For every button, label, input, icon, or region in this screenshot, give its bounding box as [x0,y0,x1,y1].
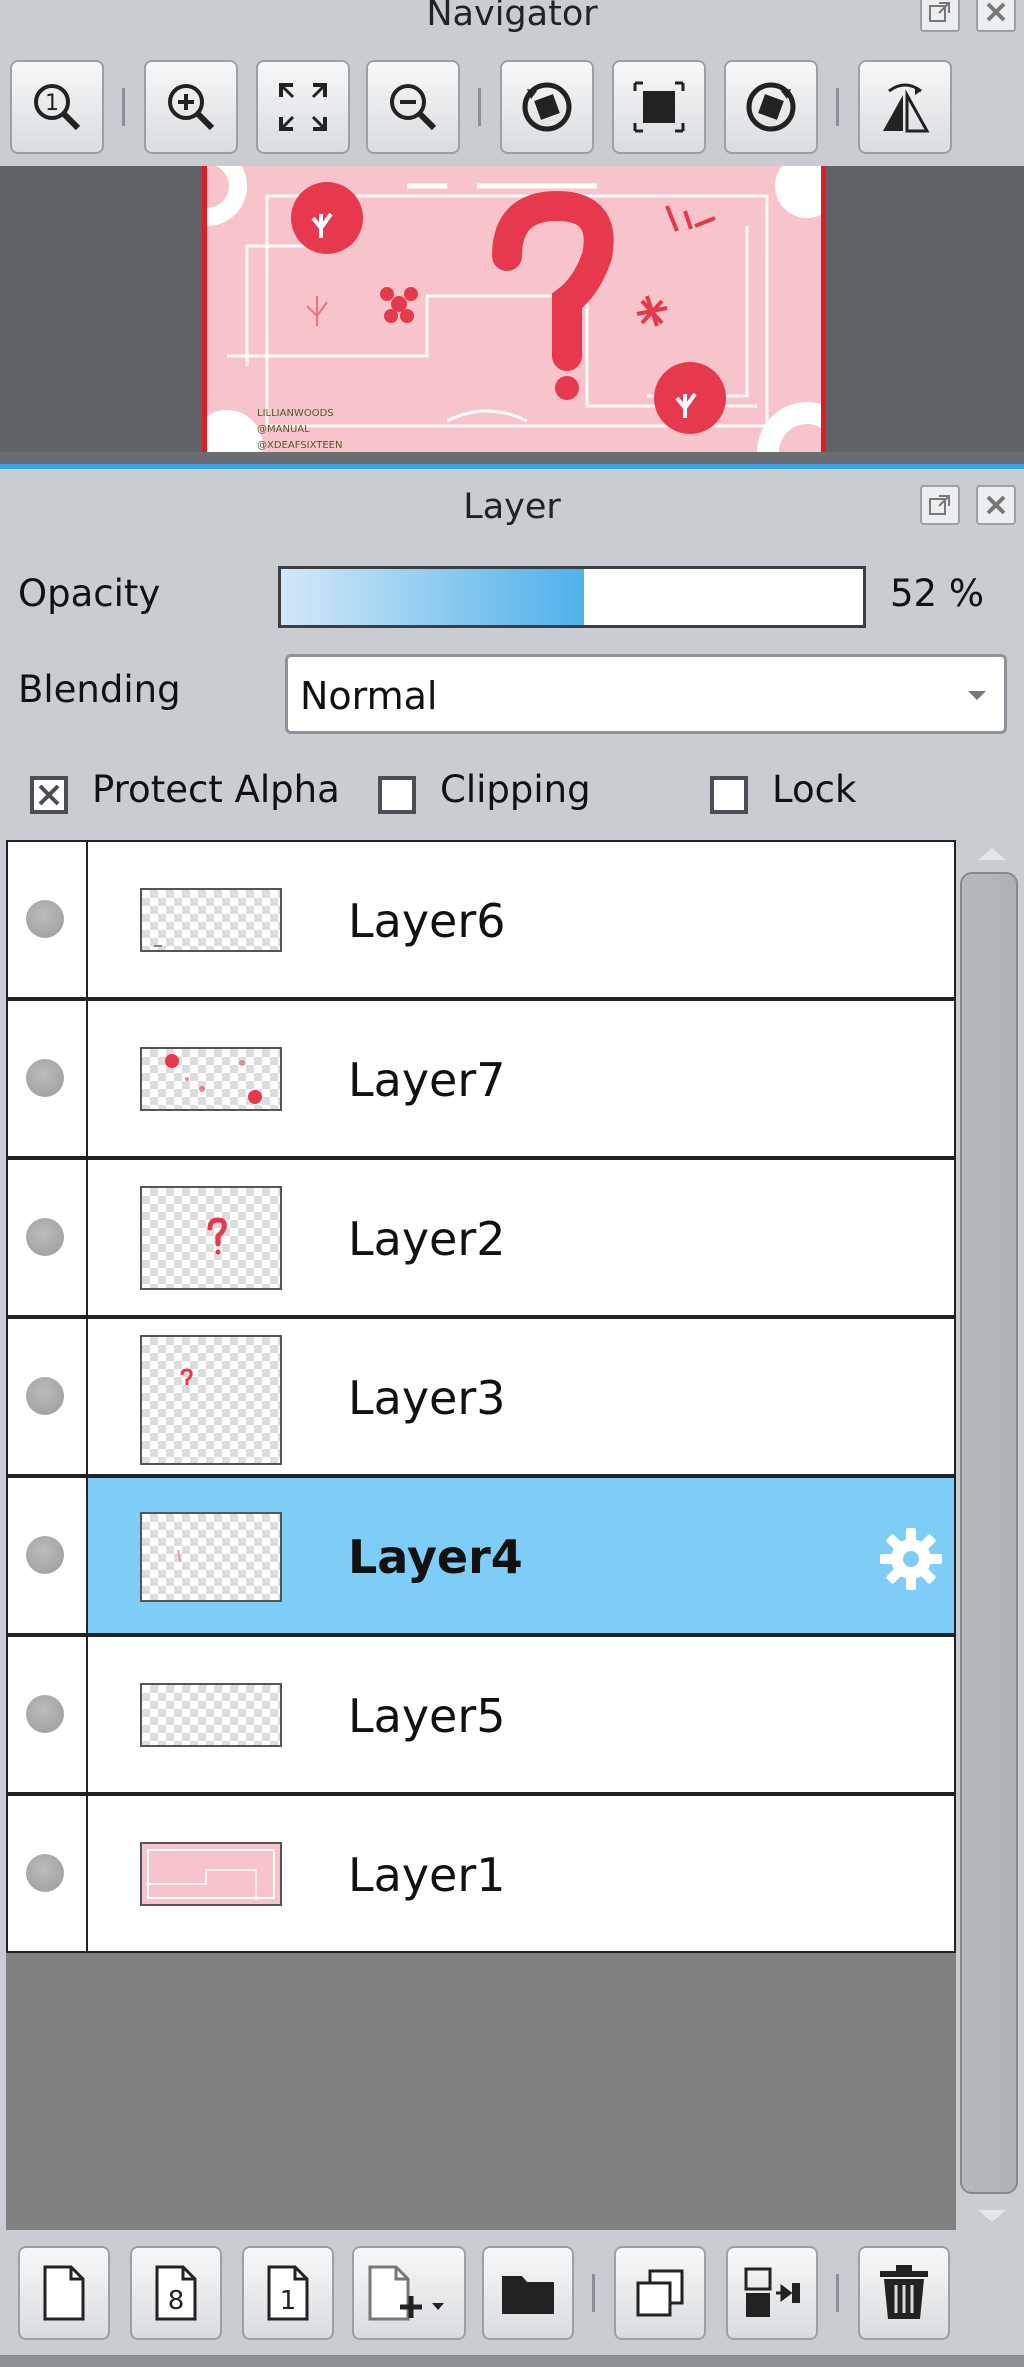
clipping-label[interactable]: Clipping [440,768,591,811]
duplicate-layer-icon[interactable] [614,2246,706,2340]
visibility-toggle-icon[interactable] [26,1536,64,1574]
visibility-cell[interactable] [8,842,88,997]
visibility-cell[interactable] [8,1001,88,1156]
lock-label[interactable]: Lock [772,768,856,811]
close-icon[interactable] [976,0,1016,32]
toolbar-separator [122,88,125,126]
layer-toolbar: 8 1 [0,2230,1024,2367]
new-8bit-layer-button[interactable]: 8 [130,2246,222,2340]
opacity-value: 52 % [890,572,984,615]
layer-name: Layer7 [348,1053,506,1107]
scrollbar-thumb[interactable] [960,872,1018,2194]
layer-row[interactable]: Layer2 [6,1158,956,1317]
close-icon[interactable] [976,485,1016,525]
visibility-toggle-icon[interactable] [26,900,64,938]
toolbar-separator [478,88,481,126]
toolbar-separator [592,2274,595,2312]
zoom-out-icon[interactable] [366,60,460,154]
layer-row[interactable]: Layer3 [6,1317,956,1476]
rotate-left-icon[interactable] [500,60,594,154]
layer-thumbnail [140,1512,282,1602]
layer-name: Layer3 [348,1371,506,1425]
gear-icon[interactable] [876,1524,946,1594]
toolbar-separator [836,88,839,126]
blending-select[interactable]: Normal [285,654,1007,734]
canvas-artwork: LILLIANWOODS @MANUAL @XDEAFSIXTEEN [207,166,821,452]
layer-row[interactable]: Layer1 [6,1794,956,1953]
new-8bit-layer-label: 8 [168,2286,185,2316]
layer-row[interactable]: Layer5 [6,1635,956,1794]
navigator-titlebar: Navigator [0,0,1024,36]
chevron-down-icon [968,691,986,700]
zoom-in-icon[interactable] [144,60,238,154]
protect-alpha-checkbox[interactable] [30,776,68,814]
scroll-down-icon[interactable] [978,2210,1006,2222]
layer-titlebar: Layer [0,469,1024,547]
visibility-cell[interactable] [8,1160,88,1315]
visibility-toggle-icon[interactable] [26,1059,64,1097]
fit-window-icon[interactable] [256,60,350,154]
canvas-preview[interactable]: LILLIANWOODS @MANUAL @XDEAFSIXTEEN [202,166,826,452]
opacity-slider-fill [281,569,584,625]
visibility-toggle-icon[interactable] [26,1377,64,1415]
merge-down-icon[interactable] [726,2246,818,2340]
visibility-toggle-icon[interactable] [26,1854,64,1892]
folder-icon[interactable] [482,2246,574,2340]
layer-thumbnail [140,1335,282,1465]
lock-checkbox[interactable] [710,776,748,814]
opacity-slider[interactable] [278,566,866,628]
clipping-checkbox[interactable] [378,776,416,814]
layer-row[interactable]: Layer6 [6,840,956,999]
layer-list-scrollbar[interactable] [958,840,1024,2230]
preview-text-3: @XDEAFSIXTEEN [257,440,342,451]
trash-icon[interactable] [858,2246,950,2340]
visibility-cell[interactable] [8,1796,88,1951]
layer-name: Layer1 [348,1848,506,1902]
rotate-right-icon[interactable] [724,60,818,154]
add-layer-dropdown-icon[interactable] [352,2246,466,2340]
preview-text-1: LILLIANWOODS [257,408,334,419]
layer-thumbnail [140,1186,282,1290]
blending-value: Normal [300,674,438,718]
layer-name: Layer6 [348,894,506,948]
layer-thumbnail [140,1047,282,1111]
navigator-bottom-strip [0,452,1024,464]
new-1bit-layer-label: 1 [280,2286,297,2316]
layer-row-selected[interactable]: Layer4 [6,1476,956,1635]
layer-name: Layer5 [348,1689,506,1743]
visibility-cell[interactable] [8,1637,88,1792]
new-1bit-layer-button[interactable]: 1 [242,2246,334,2340]
visibility-cell[interactable] [8,1478,88,1633]
blending-label: Blending [18,668,181,711]
toolbar-separator [836,2274,839,2312]
reset-rotation-icon[interactable] [612,60,706,154]
undock-icon[interactable] [920,485,960,525]
protect-alpha-label[interactable]: Protect Alpha [92,768,340,811]
new-layer-icon[interactable] [18,2246,110,2340]
navigator-toolbar: 1 [0,36,1024,166]
visibility-cell[interactable] [8,1319,88,1474]
layer-name: Layer4 [348,1530,523,1584]
visibility-toggle-icon[interactable] [26,1218,64,1256]
layer-row[interactable]: Layer7 [6,999,956,1158]
svg-text:1: 1 [45,91,59,116]
zoom-actual-icon[interactable]: 1 [10,60,104,154]
layer-name: Layer2 [348,1212,506,1266]
layer-thumbnail [140,888,282,952]
opacity-label: Opacity [18,572,161,615]
flip-horizontal-icon[interactable] [858,60,952,154]
navigator-preview[interactable]: LILLIANWOODS @MANUAL @XDEAFSIXTEEN [0,166,1024,452]
layer-list: Layer6 Layer7 Layer2 Layer3 Layer4 Layer… [6,840,956,2230]
layer-thumbnail [140,1842,282,1906]
navigator-title: Navigator [426,0,598,34]
layer-thumbnail [140,1683,282,1747]
window-bottom-edge [0,2355,1024,2367]
preview-text-2: @MANUAL [257,424,310,435]
layer-panel-title: Layer [463,487,561,527]
undock-icon[interactable] [920,0,960,32]
scroll-up-icon[interactable] [978,848,1006,860]
visibility-toggle-icon[interactable] [26,1695,64,1733]
